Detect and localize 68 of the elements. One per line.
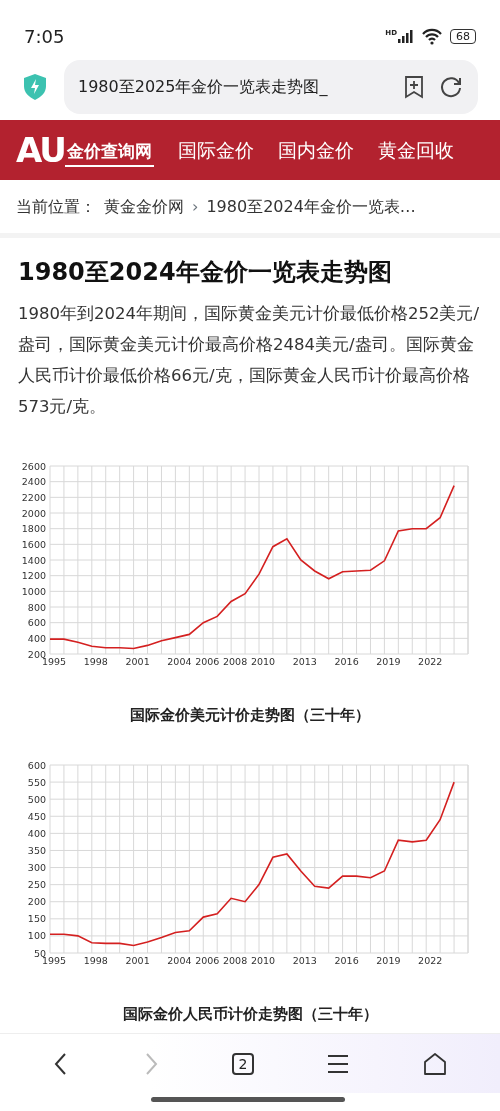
axis-tick-label: 2022 <box>418 656 443 667</box>
axis-tick-label: 800 <box>27 601 46 613</box>
nav-link[interactable]: 黄金回收 <box>377 135 454 165</box>
axis-tick-label: 50 <box>33 947 46 958</box>
axis-tick-label: 1998 <box>83 954 108 966</box>
axis-tick-label: 2004 <box>167 954 192 966</box>
axis-tick-label: 2004 <box>167 656 192 667</box>
article-title: 1980至2024年金价一览表走势图 <box>18 257 393 288</box>
axis-tick-label: 2010 <box>250 656 276 667</box>
axis-tick-label: 1000 <box>21 585 46 597</box>
address-bar[interactable]: 1980至2025年金价一览表走势图_ <box>64 60 478 114</box>
axis-tick-label: 550 <box>27 776 46 788</box>
axis-tick-label: 1600 <box>21 538 46 550</box>
axis-tick-label: 2400 <box>21 476 46 488</box>
clock-time: 7:05 <box>24 24 65 49</box>
nav-link[interactable]: 国内金价 <box>277 135 354 165</box>
nav-link[interactable]: 国际金价 <box>177 135 254 165</box>
axis-tick-label: 1400 <box>21 554 46 566</box>
axis-tick-label: 350 <box>27 844 46 856</box>
axis-tick-label: 2013 <box>292 656 317 667</box>
axis-tick-label: 150 <box>27 912 46 924</box>
axis-tick-label: 600 <box>27 617 46 629</box>
axis-tick-label: 2016 <box>334 656 359 667</box>
axis-tick-label: 200 <box>27 895 46 907</box>
article-paragraph: 1980年到2024年期间，国际黄金美元计价最低价格252美元/盎司，国际黄金美元计价最高价格2484美元/盎司。国际黄金人民币计价最低价格66元/克，国际黄金人民币计价最高价格573元/克。 <box>18 303 481 418</box>
menu-icon[interactable] <box>326 1052 350 1075</box>
axis-tick-label: 2001 <box>125 954 150 966</box>
breadcrumb-label: 当前位置： <box>16 195 96 218</box>
axis-tick-label: 450 <box>27 810 46 822</box>
breadcrumb-link[interactable]: 黄金金价网 <box>104 194 184 219</box>
wifi-icon <box>422 27 442 45</box>
chart-caption: 国际金价美元计价走势图（三十年） <box>129 705 371 726</box>
axis-tick-label: 2006 <box>195 954 220 966</box>
axis-tick-label: 600 <box>27 759 46 770</box>
battery-indicator: 68 <box>450 28 476 44</box>
axis-tick-label: 1800 <box>21 523 46 535</box>
axis-tick-label: 2013 <box>292 954 317 966</box>
axis-tick-label: 2010 <box>250 954 276 966</box>
axis-tick-label: 2000 <box>21 507 46 519</box>
axis-tick-label: 2600 <box>21 460 46 472</box>
axis-tick-label: 2019 <box>376 656 401 667</box>
site-logo[interactable]: AU <box>16 133 65 167</box>
bookmark-add-icon[interactable] <box>404 75 424 99</box>
axis-tick-label: 2008 <box>223 656 248 667</box>
axis-tick-label: 400 <box>27 632 46 644</box>
axis-tick-label: 300 <box>27 861 46 873</box>
axis-tick-label: 2001 <box>125 656 150 667</box>
refresh-icon[interactable] <box>440 75 464 99</box>
home-icon[interactable] <box>422 1050 448 1077</box>
signal-icon <box>397 28 414 44</box>
axis-tick-label: 100 <box>27 929 46 941</box>
axis-tick-label: 2008 <box>223 954 248 966</box>
axis-tick-label: 1200 <box>21 570 46 582</box>
site-logo-text[interactable]: 金价查询网 <box>64 138 154 167</box>
axis-tick-label: 250 <box>27 878 46 890</box>
axis-tick-label: 2022 <box>418 954 443 966</box>
axis-tick-label: 400 <box>27 827 46 839</box>
chart-caption: 国际金价人民币计价走势图（三十年） <box>121 1003 379 1025</box>
axis-tick-label: 500 <box>27 793 46 805</box>
axis-tick-label: 2019 <box>376 954 401 966</box>
tab-count-button[interactable]: 2 <box>232 1052 254 1075</box>
axis-tick-label: 1998 <box>83 656 108 667</box>
axis-tick-label: 2006 <box>195 656 220 667</box>
axis-tick-label: 2016 <box>334 954 359 966</box>
breadcrumb-separator: › <box>192 195 199 218</box>
address-text: 1980至2025年金价一览表走势图_ <box>78 76 329 98</box>
breadcrumb-link[interactable]: 1980至2024年金价一览表… <box>206 194 416 219</box>
axis-tick-label: 2200 <box>21 491 46 503</box>
